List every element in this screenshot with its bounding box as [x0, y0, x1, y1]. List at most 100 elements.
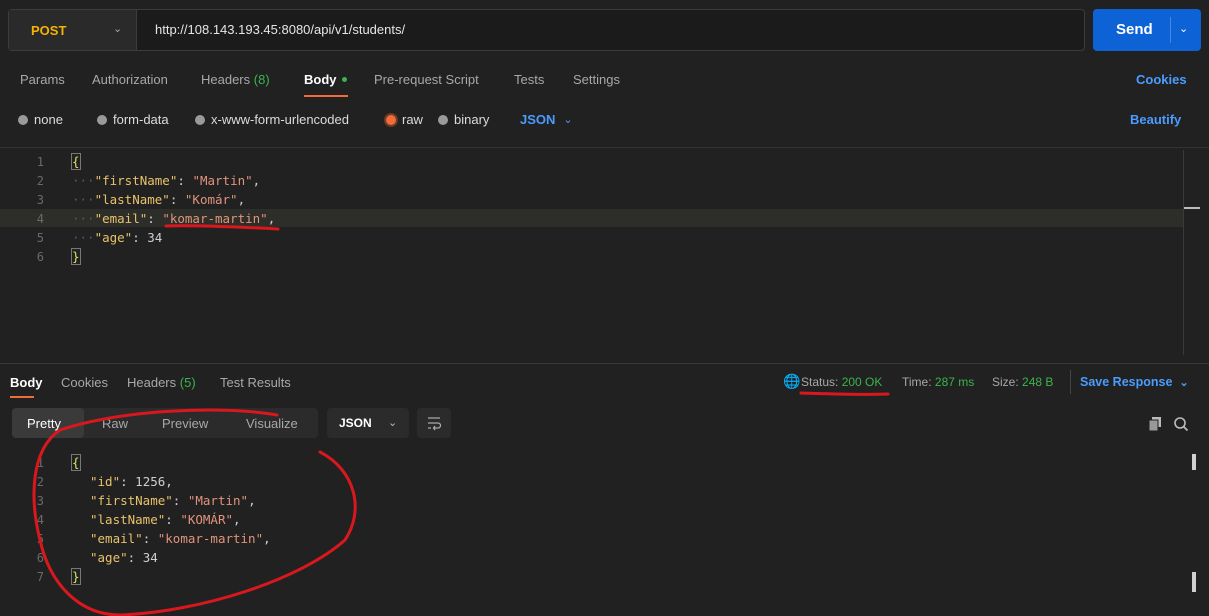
line-number: 2	[36, 173, 44, 188]
line-number: 6	[36, 249, 44, 264]
response-body-viewer[interactable]: 1 { 2 "id": 1256, 3 "firstName": "Martin…	[14, 453, 271, 586]
format-label: JSON	[520, 112, 556, 127]
active-tab-underline	[304, 95, 348, 97]
response-tab-test-results[interactable]: Test Results	[220, 375, 291, 390]
line-number: 2	[36, 474, 44, 489]
format-select[interactable]: JSON ⌄	[520, 112, 573, 127]
radio-none-label: none	[34, 112, 63, 127]
json-value: "komar-martin"	[162, 211, 268, 226]
chevron-down-icon: ⌄	[113, 23, 123, 35]
save-response-button[interactable]: Save Response ⌄	[1080, 375, 1189, 389]
method-label: POST	[31, 22, 67, 38]
json-value: "komar-martin"	[157, 531, 264, 546]
json-sep: ,	[233, 512, 241, 527]
radio-icon	[438, 114, 448, 125]
view-visualize[interactable]: Visualize	[246, 416, 298, 431]
json-key: "lastName"	[90, 512, 166, 527]
radio-raw-label: raw	[402, 112, 423, 127]
radio-icon	[18, 114, 28, 125]
json-value: 1256	[135, 474, 166, 489]
url-input[interactable]: http://108.143.193.45:8080/api/v1/studen…	[155, 22, 405, 37]
status-readout: Status: 200 OK	[801, 375, 882, 389]
tab-settings[interactable]: Settings	[573, 72, 620, 87]
json-value: 34	[147, 230, 163, 245]
copy-icon[interactable]	[1147, 416, 1163, 432]
save-response-label: Save Response	[1080, 375, 1173, 389]
radio-raw[interactable]: raw	[386, 112, 423, 127]
scrollbar-thumb[interactable]	[1192, 454, 1196, 470]
radio-binary-label: binary	[454, 112, 490, 127]
wrap-lines-button[interactable]	[417, 408, 451, 438]
cookies-link[interactable]: Cookies	[1136, 72, 1187, 87]
line-number: 6	[36, 550, 44, 565]
open-brace: {	[71, 454, 81, 471]
search-icon[interactable]	[1173, 416, 1189, 432]
send-button[interactable]: Send ⌄	[1093, 9, 1201, 51]
json-key: "firstName"	[90, 493, 173, 508]
tab-pre-request-script[interactable]: Pre-request Script	[374, 72, 479, 87]
tab-body-label: Body	[304, 72, 337, 87]
response-tab-headers[interactable]: Headers (5)	[127, 375, 196, 390]
line-number: 7	[36, 569, 44, 584]
json-sep: ,	[165, 474, 173, 489]
response-tab-body[interactable]: Body	[10, 375, 43, 390]
send-divider	[1170, 17, 1171, 43]
size-label: Size:	[992, 375, 1019, 389]
editor-top-border	[0, 147, 1209, 148]
json-value: "Martin"	[192, 173, 253, 188]
radio-icon	[97, 114, 107, 125]
line-number: 1	[36, 154, 44, 169]
chevron-down-icon: ⌄	[1179, 377, 1189, 389]
response-tab-headers-label: Headers	[127, 375, 177, 390]
pane-divider[interactable]	[0, 363, 1209, 364]
chevron-down-icon: ⌄	[563, 114, 573, 126]
size-readout: Size: 248 B	[992, 375, 1053, 389]
json-sep: ,	[248, 493, 256, 508]
tab-headers[interactable]: Headers (8)	[201, 72, 270, 87]
radio-urlencoded[interactable]: x-www-form-urlencoded	[195, 112, 349, 127]
time-readout: Time: 287 ms	[902, 375, 974, 389]
json-key: "email"	[90, 531, 143, 546]
line-number: 5	[36, 230, 44, 245]
wrap-lines-icon	[428, 417, 442, 431]
radio-binary[interactable]: binary	[438, 112, 489, 127]
headers-count: (8)	[253, 72, 270, 87]
editor-scroll-marker	[1184, 207, 1200, 209]
radio-icon	[195, 114, 205, 125]
send-label: Send	[1116, 21, 1153, 38]
response-headers-count: (5)	[179, 375, 196, 390]
json-key: "email"	[94, 211, 148, 226]
beautify-link[interactable]: Beautify	[1130, 112, 1181, 127]
json-value: "Martin"	[187, 493, 249, 508]
radio-selected-icon	[386, 114, 396, 125]
tab-tests[interactable]: Tests	[514, 72, 544, 87]
view-pretty[interactable]: Pretty	[27, 416, 61, 431]
editor-scrollbar-track[interactable]	[1183, 150, 1184, 355]
json-key: "age"	[94, 230, 133, 245]
radio-form-data-label: form-data	[113, 112, 169, 127]
scrollbar-thumb[interactable]	[1192, 572, 1196, 592]
tab-body[interactable]: Body	[304, 72, 347, 87]
request-body-editor[interactable]: 1 { 2 ···"firstName": "Martin", 3 ···"la…	[14, 152, 275, 266]
response-tab-cookies[interactable]: Cookies	[61, 375, 108, 390]
tab-headers-label: Headers	[201, 72, 251, 87]
method-select[interactable]: POST ⌄	[9, 10, 137, 50]
line-number: 5	[36, 531, 44, 546]
status-value: 200 OK	[841, 375, 883, 389]
line-number: 1	[36, 455, 44, 470]
view-preview[interactable]: Preview	[162, 416, 208, 431]
radio-none[interactable]: none	[18, 112, 63, 127]
response-format-label: JSON	[339, 416, 372, 430]
status-underline-mark	[799, 391, 890, 396]
radio-form-data[interactable]: form-data	[97, 112, 169, 127]
chevron-down-icon[interactable]: ⌄	[1179, 22, 1188, 35]
tab-authorization[interactable]: Authorization	[92, 72, 168, 87]
view-raw[interactable]: Raw	[102, 416, 128, 431]
response-format-select[interactable]: JSON ⌄	[327, 408, 409, 438]
globe-icon[interactable]: 🌐	[783, 373, 800, 390]
json-sep: ,	[237, 192, 246, 207]
json-value: "KOMÁR"	[180, 512, 234, 527]
tab-params[interactable]: Params	[20, 72, 65, 87]
json-sep: ,	[267, 211, 276, 226]
body-indicator-dot	[341, 77, 347, 83]
